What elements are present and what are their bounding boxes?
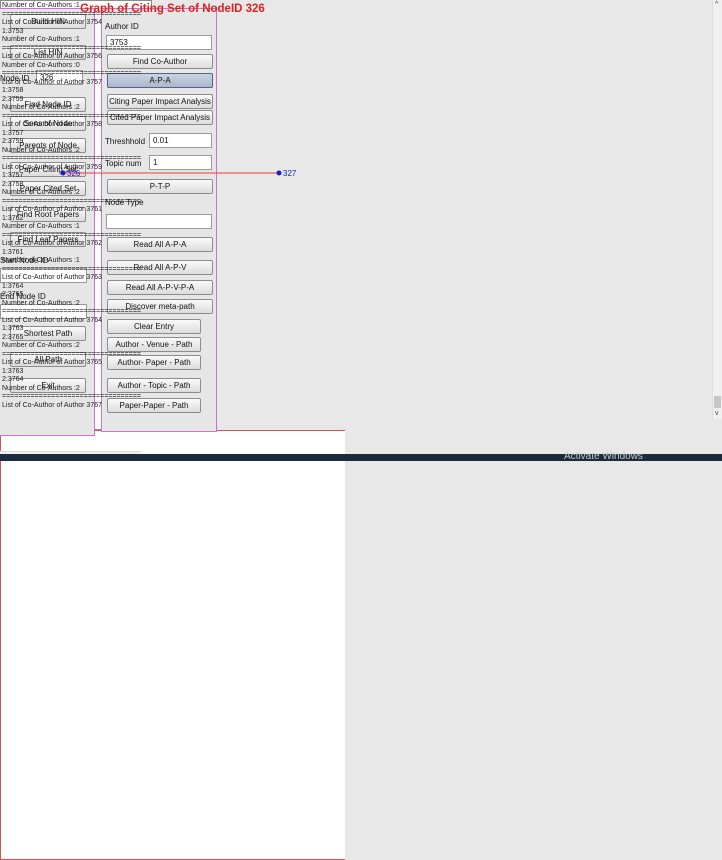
scroll-up-icon[interactable]: ^ xyxy=(715,1,718,9)
activate-windows-watermark: Activate Windows xyxy=(564,451,643,462)
graph-view-panel: Graph of Citing Set of NodeID 326 326 32… xyxy=(0,3,345,860)
graph-node-label: 326 xyxy=(67,169,81,178)
vertical-scroll-thumb[interactable] xyxy=(714,396,721,408)
vertical-scrollbar[interactable]: ^ v xyxy=(712,0,722,419)
scroll-down-icon[interactable]: v xyxy=(715,410,719,418)
graph-node[interactable] xyxy=(276,170,282,176)
citation-graph: 326 327 xyxy=(60,169,297,178)
graph-node-label: 327 xyxy=(283,169,297,178)
graph-node[interactable] xyxy=(60,170,66,176)
